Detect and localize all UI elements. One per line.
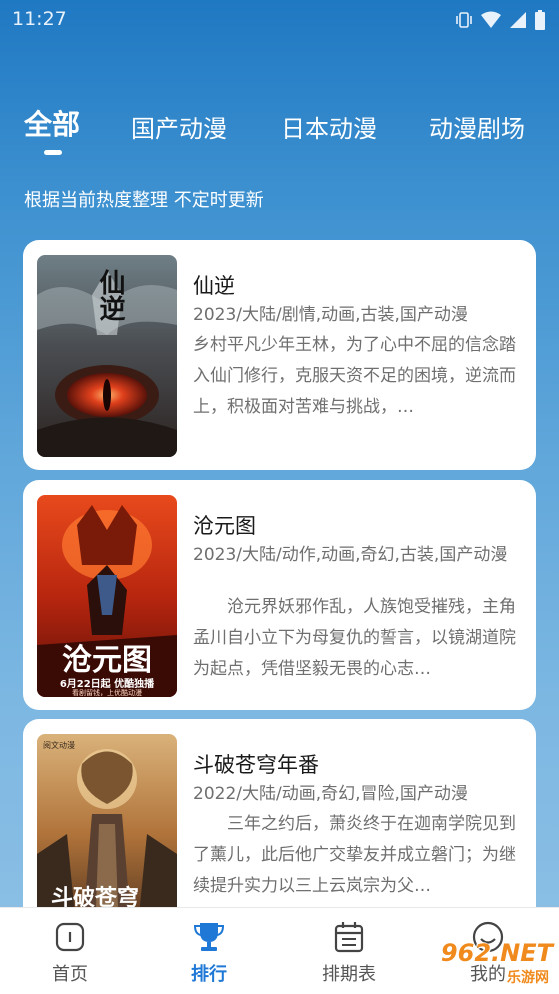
calendar-icon xyxy=(334,922,364,953)
poster-studio-text: 阅文动漫 xyxy=(43,741,75,750)
watermark-logo: 962.NET 乐游网 xyxy=(403,939,553,986)
poster-image: 沧元图 6月22日起 优酷独播 看剧留钱，上优酷动漫 xyxy=(37,495,177,697)
status-bar: 11:27 xyxy=(0,0,559,40)
nav-home-label: 首页 xyxy=(52,964,88,985)
tab-domestic-anime[interactable]: 国产动漫 xyxy=(131,109,227,144)
vibrate-icon xyxy=(456,12,472,28)
tab-anime-theater[interactable]: 动漫剧场 xyxy=(429,109,525,144)
poster-title-text: 沧元图 xyxy=(62,643,152,678)
trophy-icon xyxy=(193,923,225,951)
item-description: 沧元界妖邪作乱，人族饱受摧残，主角孟川自小立下为母复仇的誓言，以镜湖道院为起点，… xyxy=(193,597,516,679)
nav-schedule-label: 排期表 xyxy=(322,964,376,985)
nav-ranking[interactable]: 排行 xyxy=(154,908,264,994)
status-icons xyxy=(455,10,545,30)
status-time: 11:27 xyxy=(12,8,67,30)
battery-icon xyxy=(535,10,545,30)
poster-title-text: 仙逆 xyxy=(95,269,125,321)
nav-ranking-label: 排行 xyxy=(191,964,227,985)
list-item[interactable]: 仙逆 仙逆 2023/大陆/剧情,动画,古装,国产动漫 乡村平凡少年王林，为了心… xyxy=(23,240,536,470)
item-meta: 2023/大陆/剧情,动画,古装,国产动漫 xyxy=(193,305,468,325)
item-title: 仙逆 xyxy=(193,274,235,298)
home-icon xyxy=(55,922,85,952)
item-description: 乡村平凡少年王林，为了心中不屈的信念踏入仙门修行，克服天资不足的困境，逆流而上，… xyxy=(193,335,516,417)
wifi-icon xyxy=(481,11,501,28)
item-title: 斗破苍穹年番 xyxy=(193,753,319,777)
poster-image: 阅文动漫 斗破苍穹 xyxy=(37,734,177,919)
item-meta: 2023/大陆/动作,动画,奇幻,古装,国产动漫 xyxy=(193,545,508,565)
category-tabs: 全部 国产动漫 日本动漫 动漫剧场 xyxy=(0,105,559,165)
ranking-subtitle: 根据当前热度整理 不定时更新 xyxy=(24,190,264,211)
tab-all[interactable]: 全部 xyxy=(24,103,80,143)
watermark-sub: 乐游网 xyxy=(507,970,549,986)
poster-sub-caption: 看剧留钱，上优酷动漫 xyxy=(72,689,142,697)
list-item[interactable]: 沧元图 6月22日起 优酷独播 看剧留钱，上优酷动漫 沧元图 2023/大陆/动… xyxy=(23,480,536,710)
tab-japanese-anime[interactable]: 日本动漫 xyxy=(281,109,377,144)
item-title: 沧元图 xyxy=(193,514,256,538)
item-description: 三年之约后，萧炎终于在迦南学院见到了薰儿，此后他广交挚友并成立磐门；为继续提升实… xyxy=(193,814,516,896)
signal-icon xyxy=(510,12,526,28)
nav-home[interactable]: 首页 xyxy=(15,908,125,994)
nav-schedule[interactable]: 排期表 xyxy=(294,908,404,994)
active-tab-indicator xyxy=(44,150,62,155)
list-item[interactable]: 阅文动漫 斗破苍穹 斗破苍穹年番 2022/大陆/动画,奇幻,冒险,国产动漫 三… xyxy=(23,719,536,919)
poster-image: 仙逆 xyxy=(37,255,177,457)
item-meta: 2022/大陆/动画,奇幻,冒险,国产动漫 xyxy=(193,784,468,804)
watermark-brand: 962.NET xyxy=(440,939,553,967)
